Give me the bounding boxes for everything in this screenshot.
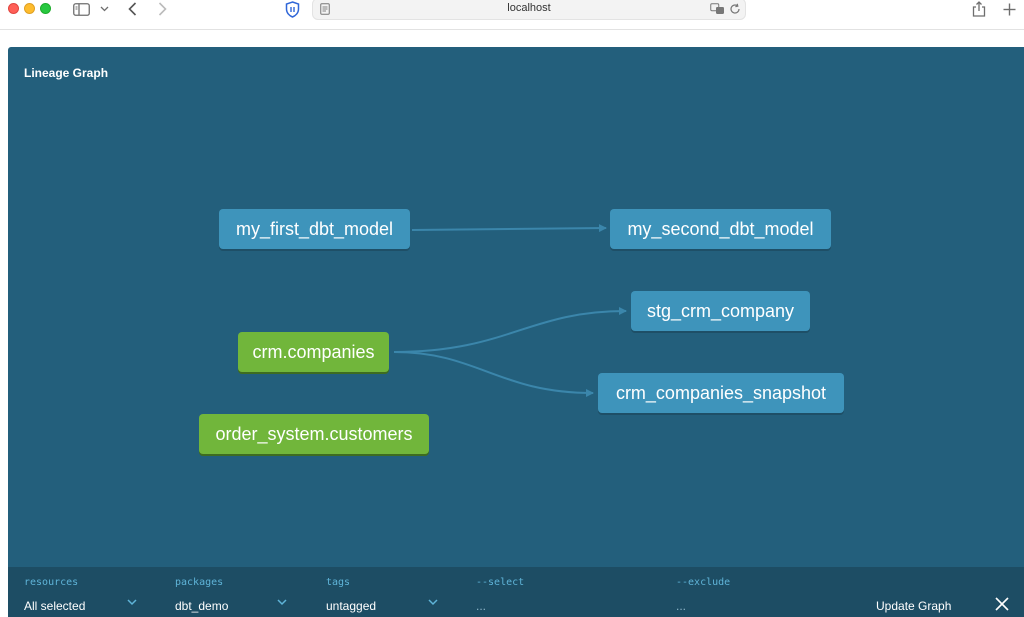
browser-toolbar: localhost	[0, 0, 1024, 30]
url-text: localhost	[507, 2, 551, 14]
tags-select[interactable]: untagged	[326, 599, 376, 613]
edge-companies-to-snapshot	[393, 351, 594, 397]
tags-chevron-down-icon[interactable]	[427, 596, 439, 608]
lineage-graph-panel: Lineage Graph my_first_dbt_model my_seco…	[8, 47, 1024, 617]
tags-label: tags	[326, 577, 351, 588]
packages-label: packages	[175, 577, 224, 588]
resources-select[interactable]: All selected	[24, 599, 85, 613]
node-my-first-dbt-model[interactable]: my_first_dbt_model	[219, 209, 410, 249]
window-zoom-button[interactable]	[40, 3, 51, 14]
select-input[interactable]: ...	[476, 599, 486, 613]
translate-icon[interactable]	[709, 0, 725, 18]
address-bar[interactable]: localhost	[312, 0, 746, 20]
window-close-button[interactable]	[8, 3, 19, 14]
edge-companies-to-stg	[393, 307, 627, 353]
node-crm-companies-snapshot[interactable]: crm_companies_snapshot	[598, 373, 844, 413]
privacy-shield-icon[interactable]	[284, 0, 300, 18]
exclude-label: --exclude	[676, 577, 731, 588]
packages-select[interactable]: dbt_demo	[175, 599, 228, 613]
edge-first-to-second	[411, 224, 607, 233]
chevron-down-icon[interactable]	[98, 0, 110, 18]
back-icon[interactable]	[125, 0, 139, 18]
node-my-second-dbt-model[interactable]: my_second_dbt_model	[610, 209, 831, 249]
close-icon[interactable]	[995, 597, 1009, 611]
graph-edges	[393, 224, 627, 397]
node-order-system-customers[interactable]: order_system.customers	[199, 414, 429, 454]
exclude-input[interactable]: ...	[676, 599, 686, 613]
filter-bar: resources All selected packages dbt_demo…	[8, 567, 1024, 617]
select-label: --select	[476, 577, 525, 588]
update-graph-button[interactable]: Update Graph	[876, 599, 951, 613]
sidebar-icon[interactable]	[72, 0, 90, 18]
share-icon[interactable]	[971, 0, 987, 18]
forward-icon[interactable]	[155, 0, 169, 18]
packages-chevron-down-icon[interactable]	[276, 596, 288, 608]
new-tab-icon[interactable]	[1001, 0, 1017, 18]
reload-icon[interactable]	[728, 0, 742, 18]
node-stg-crm-company[interactable]: stg_crm_company	[631, 291, 810, 331]
resources-label: resources	[24, 577, 79, 588]
window-minimize-button[interactable]	[24, 3, 35, 14]
resources-chevron-down-icon[interactable]	[126, 596, 138, 608]
node-crm-companies[interactable]: crm.companies	[238, 332, 389, 372]
